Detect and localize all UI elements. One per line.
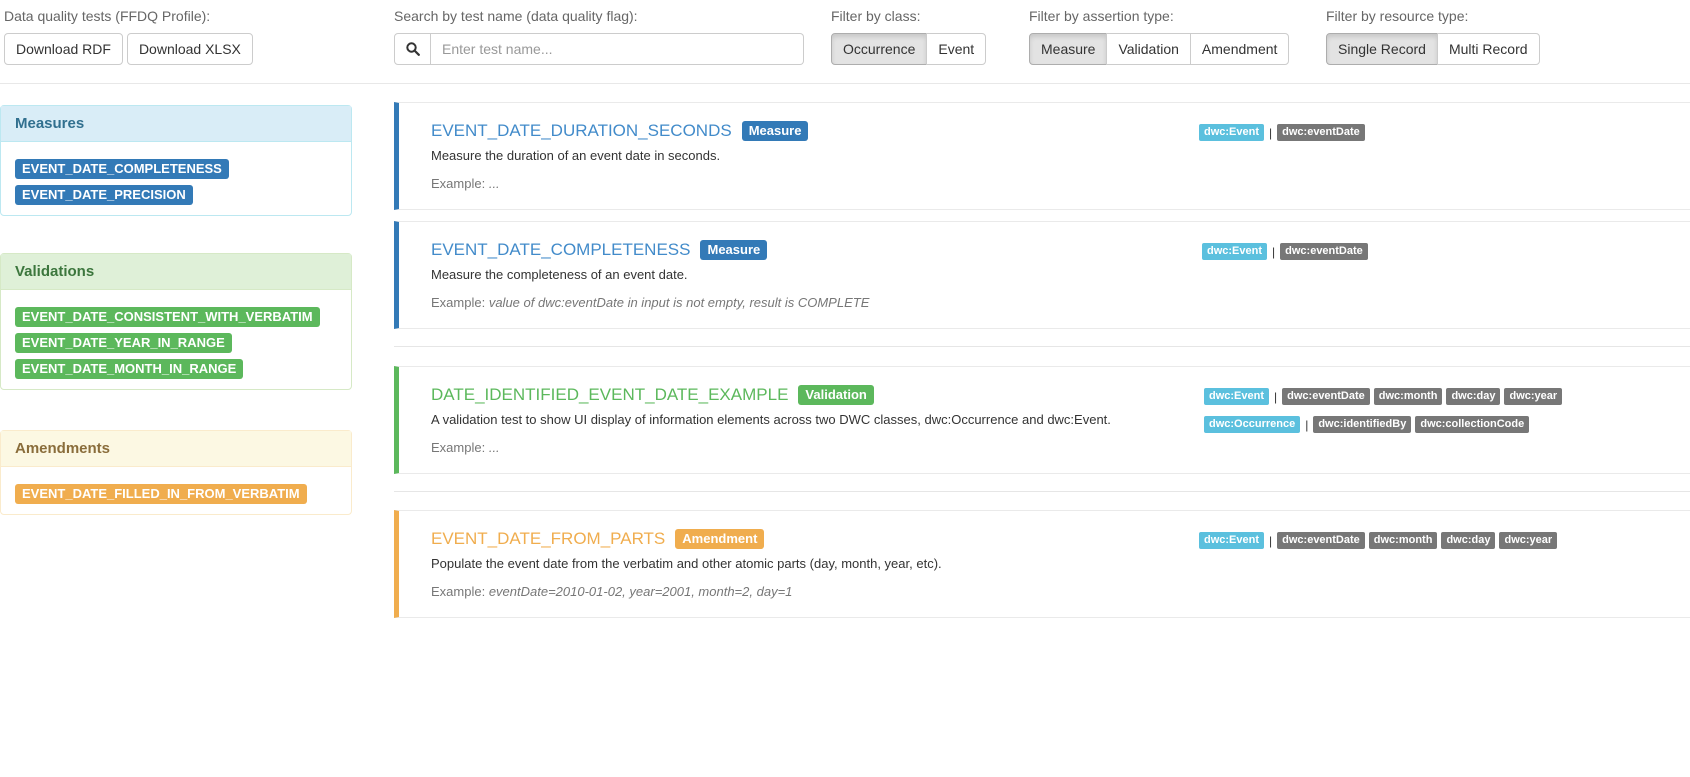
class-chip: dwc:Event [1199, 124, 1265, 141]
search-box [394, 33, 804, 65]
class-filter-group: Filter by class: Occurrence Event [831, 7, 987, 65]
example-value: eventDate=2010-01-02, year=2001, month=2… [488, 584, 793, 599]
sidebar-measure-link[interactable]: EVENT_DATE_COMPLETENESS [15, 159, 229, 179]
filter-toolbar: Data quality tests (FFDQ Profile): Downl… [0, 0, 1690, 84]
element-chip: dwc:eventDate [1282, 388, 1370, 405]
element-chip: dwc:month [1373, 388, 1443, 405]
filter-validation-button[interactable]: Validation [1106, 33, 1191, 65]
amendments-list: EVENT_DATE_FILLED_IN_FROM_VERBATIM [1, 467, 351, 514]
element-chip: dwc:day [1441, 532, 1496, 549]
test-description: Measure the completeness of an event dat… [431, 267, 688, 282]
sidebar-measure-link[interactable]: EVENT_DATE_PRECISION [15, 185, 193, 205]
element-chip: dwc:day [1446, 388, 1501, 405]
amendments-panel: Amendments EVENT_DATE_FILLED_IN_FROM_VER… [0, 430, 352, 515]
measures-panel: Measures EVENT_DATE_COMPLETENESS EVENT_D… [0, 105, 352, 216]
information-elements: dwc:Event | dwc:eventDate dwc:month dwc:… [1204, 388, 1566, 405]
filter-measure-button[interactable]: Measure [1029, 33, 1108, 65]
example-label: Example: [431, 176, 486, 191]
test-card: EVENT_DATE_DURATION_SECONDS Measure Meas… [394, 102, 1690, 210]
download-xlsx-button[interactable]: Download XLSX [126, 33, 253, 65]
test-card: EVENT_DATE_COMPLETENESS Measure Measure … [394, 221, 1690, 329]
tag-separator: | [1269, 533, 1273, 548]
filter-class-event-button[interactable]: Event [926, 33, 987, 65]
example-value: ... [488, 440, 500, 455]
information-elements: dwc:Occurrence | dwc:identifiedBy dwc:co… [1204, 416, 1533, 433]
resource-filter-group: Filter by resource type: Single Record M… [1326, 7, 1540, 65]
test-name-link[interactable]: DATE_IDENTIFIED_EVENT_DATE_EXAMPLE [431, 385, 788, 405]
search-icon [394, 33, 431, 65]
amendments-panel-title: Amendments [1, 431, 351, 467]
test-type-badge: Amendment [675, 529, 765, 549]
filter-multi-record-button[interactable]: Multi Record [1436, 33, 1540, 65]
test-card: EVENT_DATE_FROM_PARTS Amendment Populate… [394, 510, 1690, 618]
test-description: A validation test to show UI display of … [431, 412, 1111, 427]
measures-list: EVENT_DATE_COMPLETENESS EVENT_DATE_PRECI… [1, 142, 351, 215]
download-rdf-button[interactable]: Download RDF [4, 33, 123, 65]
search-label: Search by test name (data quality flag): [394, 8, 638, 24]
test-example: Example: eventDate=2010-01-02, year=2001… [431, 584, 792, 599]
tag-separator: | [1274, 389, 1278, 404]
class-chip: dwc:Event [1204, 388, 1270, 405]
test-name-link[interactable]: EVENT_DATE_COMPLETENESS [431, 240, 690, 260]
class-filter: Occurrence Event [831, 33, 987, 65]
filter-class-occurrence-button[interactable]: Occurrence [831, 33, 928, 65]
sidebar-validation-link[interactable]: EVENT_DATE_CONSISTENT_WITH_VERBATIM [15, 307, 320, 327]
element-chip: dwc:eventDate [1280, 243, 1368, 260]
element-chip: dwc:eventDate [1277, 124, 1365, 141]
element-chip: dwc:year [1499, 532, 1558, 549]
class-chip: dwc:Event [1202, 243, 1268, 260]
sidebar-amendment-link[interactable]: EVENT_DATE_FILLED_IN_FROM_VERBATIM [15, 484, 307, 504]
search-group: Search by test name (data quality flag): [394, 7, 804, 65]
element-chip: dwc:collectionCode [1415, 416, 1530, 433]
tag-separator: | [1269, 125, 1273, 140]
element-chip: dwc:eventDate [1277, 532, 1365, 549]
example-value: value of dwc:eventDate in input is not e… [488, 295, 870, 310]
test-type-badge: Validation [798, 385, 874, 405]
search-input[interactable] [431, 33, 804, 65]
validations-panel-title: Validations [1, 254, 351, 290]
test-type-badge: Measure [700, 240, 768, 260]
test-card: DATE_IDENTIFIED_EVENT_DATE_EXAMPLE Valid… [394, 366, 1690, 474]
sidebar-validation-link[interactable]: EVENT_DATE_YEAR_IN_RANGE [15, 333, 232, 353]
tag-separator: | [1272, 244, 1276, 259]
resource-filter-label: Filter by resource type: [1326, 8, 1469, 24]
test-type-badge: Measure [741, 121, 809, 141]
validations-panel: Validations EVENT_DATE_CONSISTENT_WITH_V… [0, 253, 352, 390]
section-divider [394, 491, 1690, 492]
test-description: Measure the duration of an event date in… [431, 148, 721, 163]
test-example: Example: value of dwc:eventDate in input… [431, 295, 869, 310]
assertion-filter-group: Filter by assertion type: Measure Valida… [1029, 7, 1290, 65]
class-filter-label: Filter by class: [831, 8, 921, 24]
class-chip: dwc:Event [1199, 532, 1265, 549]
filter-amendment-button[interactable]: Amendment [1189, 33, 1290, 65]
element-chip: dwc:identifiedBy [1313, 416, 1412, 433]
section-divider [394, 346, 1690, 347]
sidebar-validation-link[interactable]: EVENT_DATE_MONTH_IN_RANGE [15, 359, 244, 379]
validations-list: EVENT_DATE_CONSISTENT_WITH_VERBATIM EVEN… [1, 290, 351, 389]
class-chip: dwc:Occurrence [1204, 416, 1301, 433]
assertion-filter-label: Filter by assertion type: [1029, 8, 1174, 24]
download-group: Data quality tests (FFDQ Profile): Downl… [4, 7, 257, 65]
measures-panel-title: Measures [1, 106, 351, 142]
example-label: Example: [431, 295, 486, 310]
information-elements: dwc:Event | dwc:eventDate dwc:month dwc:… [1199, 532, 1561, 549]
example-label: Example: [431, 440, 486, 455]
example-label: Example: [431, 584, 486, 599]
element-chip: dwc:month [1368, 532, 1438, 549]
information-elements: dwc:Event | dwc:eventDate [1199, 124, 1369, 141]
assertion-filter: Measure Validation Amendment [1029, 33, 1290, 65]
filter-single-record-button[interactable]: Single Record [1326, 33, 1438, 65]
resource-filter: Single Record Multi Record [1326, 33, 1540, 65]
test-example: Example: ... [431, 440, 500, 455]
example-value: ... [488, 176, 500, 191]
test-example: Example: ... [431, 176, 500, 191]
test-description: Populate the event date from the verbati… [431, 556, 942, 571]
profile-label: Data quality tests (FFDQ Profile): [4, 8, 211, 24]
element-chip: dwc:year [1504, 388, 1563, 405]
test-name-link[interactable]: EVENT_DATE_FROM_PARTS [431, 529, 665, 549]
test-name-link[interactable]: EVENT_DATE_DURATION_SECONDS [431, 121, 732, 141]
tag-separator: | [1305, 417, 1309, 432]
information-elements: dwc:Event | dwc:eventDate [1202, 243, 1372, 260]
